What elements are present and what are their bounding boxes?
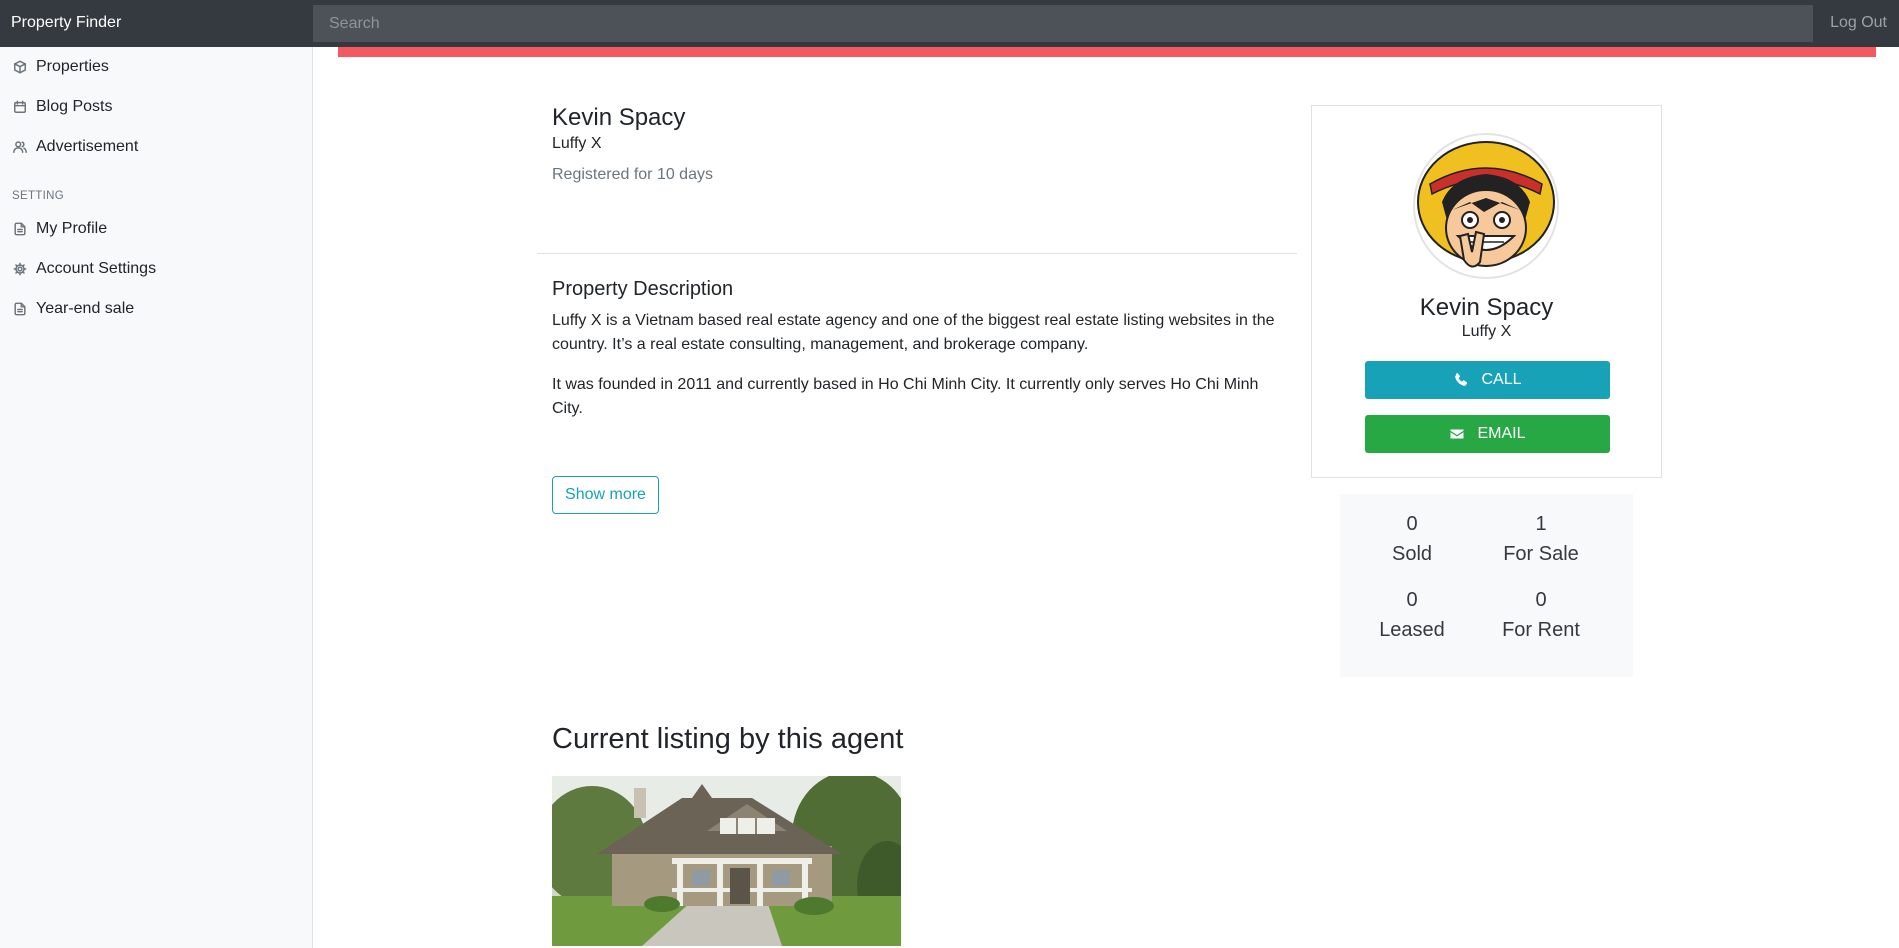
sidebar-item-label: Blog Posts [36, 98, 113, 115]
listing-section-title: Current listing by this agent [552, 723, 904, 755]
listing-image[interactable] [552, 776, 901, 946]
sidebar-item-label: My Profile [36, 220, 108, 237]
agent-stats: 0 Sold 1 For Sale 0 Leased 0 For Rent [1340, 494, 1633, 677]
avatar [1412, 132, 1560, 280]
registered-duration: Registered for 10 days [552, 166, 713, 183]
stat-label: For Rent [1502, 619, 1580, 641]
sidebar-item-advertisement[interactable]: Advertisement [0, 132, 312, 162]
call-button-label: CALL [1481, 371, 1522, 388]
call-button[interactable]: CALL [1365, 361, 1610, 399]
sidebar: Properties Blog Posts Advertisement SETT… [0, 47, 313, 948]
description-title: Property Description [552, 278, 734, 300]
stat-value: 0 [1406, 513, 1418, 535]
sidebar-item-label: Account Settings [36, 260, 157, 277]
sidebar-item-year-end-sale[interactable]: Year-end sale [0, 294, 312, 324]
sidebar-item-blog-posts[interactable]: Blog Posts [0, 92, 312, 122]
sidebar-item-label: Properties [36, 58, 109, 75]
stat-for-rent: 0 For Rent [1471, 585, 1611, 645]
sidebar-item-my-profile[interactable]: My Profile [0, 214, 312, 244]
stat-label: For Sale [1503, 543, 1579, 565]
section-divider [537, 253, 1297, 254]
agent-agency: Luffy X [552, 135, 602, 152]
card-agent-name: Kevin Spacy [1419, 294, 1554, 321]
stat-value: 0 [1406, 589, 1418, 611]
stat-value: 1 [1535, 513, 1547, 535]
sidebar-item-label: Year-end sale [36, 300, 135, 317]
agent-name: Kevin Spacy [552, 104, 686, 131]
sidebar-item-properties[interactable]: Properties [0, 52, 312, 82]
agent-profile-card: Kevin Spacy Luffy X CALL EMAIL [1311, 105, 1662, 478]
stat-sold: 0 Sold [1342, 509, 1482, 569]
stat-value: 0 [1535, 589, 1547, 611]
description-paragraph: Luffy X is a Vietnam based real estate a… [552, 312, 1275, 353]
brand-link[interactable]: Property Finder [11, 0, 121, 47]
sidebar-heading-setting: SETTING [12, 190, 64, 202]
file-icon [14, 302, 26, 316]
calendar-icon [14, 100, 26, 113]
sidebar-item-label: Advertisement [36, 138, 139, 155]
show-more-button[interactable]: Show more [552, 476, 659, 514]
stat-label: Sold [1391, 543, 1433, 565]
description-paragraph: It was founded in 2011 and currently bas… [552, 376, 1259, 417]
phone-icon [1455, 373, 1468, 386]
sidebar-item-account-settings[interactable]: Account Settings [0, 254, 312, 284]
gear-icon [13, 262, 27, 276]
users-icon [13, 141, 27, 153]
card-agent-agency: Luffy X [1461, 323, 1512, 340]
logout-link[interactable]: Log Out [1830, 0, 1887, 47]
stat-label: Leased [1379, 619, 1445, 641]
search-input[interactable] [313, 5, 1813, 42]
stat-leased: 0 Leased [1342, 585, 1482, 645]
stat-for-sale: 1 For Sale [1471, 509, 1611, 569]
box-icon [14, 60, 26, 74]
file-icon [14, 222, 26, 236]
top-navbar: Property Finder Log Out [0, 0, 1899, 47]
email-button[interactable]: EMAIL [1365, 415, 1610, 453]
alert-bar [338, 47, 1876, 57]
envelope-icon [1450, 429, 1464, 439]
email-button-label: EMAIL [1477, 425, 1526, 442]
